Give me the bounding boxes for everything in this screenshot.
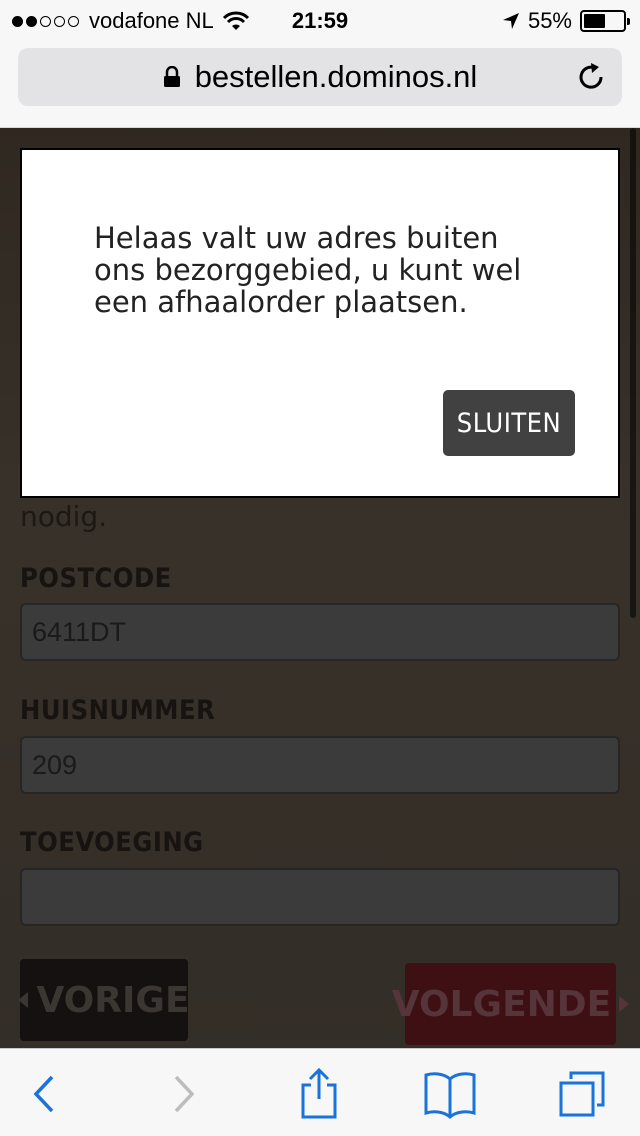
back-icon[interactable] (16, 1067, 72, 1121)
intro-text: nodig. (20, 500, 108, 533)
battery-percentage: 55% (527, 8, 572, 33)
forward-icon[interactable] (156, 1067, 212, 1121)
battery-icon (580, 10, 630, 32)
previous-button-label: VORIGE (36, 979, 190, 1021)
toevoeging-input[interactable] (20, 868, 620, 926)
previous-button[interactable]: VORIGE (18, 959, 190, 1041)
huisnummer-input[interactable]: 209 (20, 736, 620, 794)
lock-icon (163, 66, 180, 87)
close-button[interactable]: SLUITEN (443, 390, 575, 456)
toevoeging-label: TOEVOEGING (20, 827, 204, 858)
next-button[interactable]: VOLGENDE (392, 963, 630, 1045)
location-arrow-icon (502, 13, 519, 29)
postcode-label: POSTCODE (20, 563, 172, 594)
browser-address-area: bestellen.dominos.nl (0, 40, 640, 128)
dialog-message: Helaas valt uw adres buiten ons bezorgge… (94, 221, 522, 319)
browser-toolbar (0, 1048, 640, 1136)
bookmarks-icon[interactable] (422, 1067, 478, 1121)
next-button-label: VOLGENDE (391, 983, 612, 1025)
scrollbar[interactable] (630, 128, 636, 618)
url-text: bestellen.dominos.nl (194, 59, 478, 94)
share-icon[interactable] (291, 1067, 347, 1121)
huisnummer-label: HUISNUMMER (20, 695, 216, 726)
status-bar: vodafone NL 21:59 55% (0, 0, 640, 40)
caret-right-icon (619, 996, 630, 1012)
tabs-icon[interactable] (554, 1067, 610, 1121)
reload-icon[interactable] (576, 62, 606, 92)
postcode-input[interactable]: 6411DT (20, 603, 620, 661)
address-bar[interactable]: bestellen.dominos.nl (18, 48, 622, 106)
address-error-dialog: Helaas valt uw adres buiten ons bezorgge… (20, 148, 620, 498)
caret-left-icon (18, 992, 29, 1008)
